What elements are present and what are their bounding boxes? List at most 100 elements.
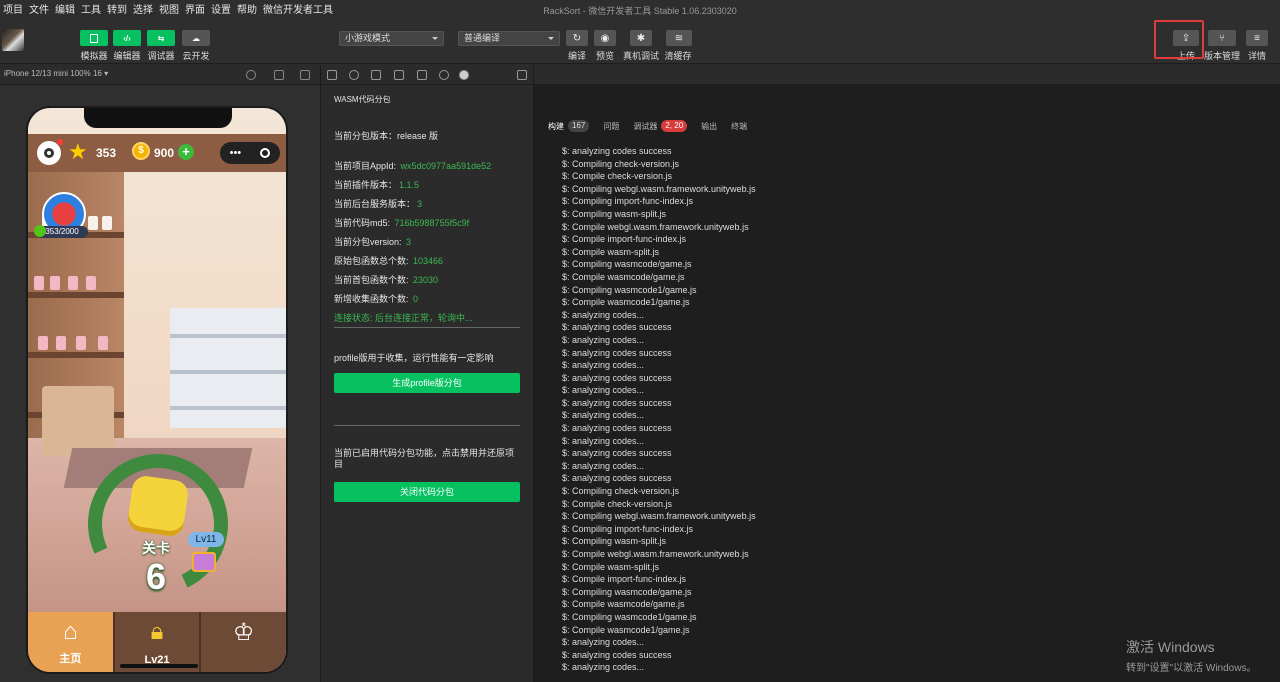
branch-icon[interactable] (371, 70, 381, 80)
device-selector[interactable]: iPhone 12/13 mini 100% 16 ▾ (4, 69, 108, 78)
info-value: 716b5988755f5c9f (394, 218, 470, 228)
log-line: $: Compiling webgl.wasm.framework.unityw… (562, 511, 756, 522)
tab-build[interactable]: 构建 167 (548, 120, 590, 132)
chevron-down-icon (548, 37, 554, 40)
tab-problems[interactable]: 问题 (603, 121, 619, 132)
menu-item-tools[interactable]: 工具 (78, 0, 104, 22)
add-coins-button[interactable]: + (178, 144, 194, 160)
record-icon[interactable] (246, 70, 256, 80)
details-button[interactable]: ≡ (1246, 30, 1268, 46)
log-line: $: analyzing codes success (562, 146, 672, 156)
log-line: $: Compile wasmcode1/game.js (562, 297, 690, 308)
log-line: $: Compile wasm-split.js (562, 246, 660, 257)
tab-output[interactable]: 输出 (701, 121, 717, 132)
version-mgmt-button[interactable]: ⑂ (1208, 30, 1236, 46)
log-line: $: Compiling wasmcode1/game.js (562, 611, 697, 622)
nav-home[interactable]: ⌂ 主页 (28, 612, 115, 672)
compile-button[interactable]: ↻ (566, 30, 588, 46)
clear-cache-label: 清缓存 (664, 51, 692, 61)
log-line: $: Compiling import-func-index.js (562, 523, 694, 534)
menu-item-wechat-devtools[interactable]: 微信开发者工具 (260, 0, 336, 22)
menu-item-goto[interactable]: 转到 (104, 0, 130, 22)
wasm-panel-title: WASM代码分包 (334, 95, 391, 104)
log-line: $: analyzing codes... (562, 410, 645, 421)
log-line: $: analyzing codes... (562, 460, 645, 471)
menu-item-settings[interactable]: 设置 (208, 0, 234, 22)
play-button[interactable] (126, 474, 190, 538)
game-screen[interactable]: ★ 353 $ 900 + ••• 353/2000 关卡 6 Lv11 ⌂ 主… (28, 108, 286, 672)
menu-item-select[interactable]: 选择 (130, 0, 156, 22)
extensions-icon[interactable] (394, 70, 404, 80)
user-avatar[interactable] (2, 29, 24, 51)
generate-profile-button[interactable]: 生成profile版分包 (334, 373, 520, 393)
profile-note: profile版用于收集，运行性能有一定影响 (334, 353, 494, 363)
toolbar: 模拟器 ‹/› 编辑器 ⇆ 调试器 ☁ 云开发 小游戏模式 普通编译 ↻ 编译 … (0, 22, 1280, 64)
event-progress-text: 353/2000 (45, 227, 79, 236)
coin-icon: $ (132, 142, 150, 160)
info-row-version: 当前分包版本：release 版 (334, 129, 438, 142)
close-split-button[interactable]: 关闭代码分包 (334, 482, 520, 502)
tab-label: 构建 (548, 121, 564, 131)
build-log: $: analyzing codes success $: Compiling c… (562, 145, 1262, 674)
connection-status: 连接状态: 后台连接正常，轮询中... (334, 313, 473, 323)
tab-debugger[interactable]: 调试器 2, 20 (633, 120, 688, 132)
info-row-server: 当前后台服务版本： 3 (334, 197, 422, 210)
info-label: 新增收集函数个数: (334, 294, 412, 304)
simulator-button[interactable] (80, 30, 108, 46)
refresh-icon: ↻ (572, 32, 582, 44)
more-icon[interactable]: ••• (230, 147, 242, 159)
log-line: $: analyzing codes success (562, 423, 672, 434)
log-line: $: Compiling wasmcode/game.js (562, 259, 692, 270)
cloud-label: 云开发 (182, 51, 210, 61)
mode-select-value: 小游戏模式 (345, 33, 391, 43)
star-count: 353 (96, 146, 117, 160)
settings-gear-icon[interactable] (37, 141, 61, 165)
menu-item-help[interactable]: 帮助 (234, 0, 260, 22)
back-shelf (170, 308, 286, 428)
lv-badge: Lv11 (188, 532, 224, 547)
menu-item-file[interactable]: 文件 (26, 0, 52, 22)
log-line: $: Compiling wasmcode/game.js (562, 586, 692, 597)
real-debug-button[interactable]: ✱ (630, 30, 652, 46)
info-row-md5: 当前代码md5: 716b5988755f5c9f (334, 216, 469, 229)
menu-item-interface[interactable]: 界面 (182, 0, 208, 22)
log-line: $: Compiling webgl.wasm.framework.unityw… (562, 183, 756, 194)
search-icon[interactable] (349, 70, 359, 80)
star-icon: ★ (68, 139, 88, 164)
home-icon: ⌂ (63, 618, 78, 645)
menu-bar: RackSort - 微信开发者工具 Stable 1.06.2303020 项… (0, 0, 1280, 22)
code-icon: ‹/› (123, 33, 131, 43)
image-icon[interactable] (417, 70, 427, 80)
wasm-plugin-icon[interactable] (459, 70, 469, 80)
copy-icon[interactable] (327, 70, 337, 80)
debugger-label: 调试器 (147, 51, 175, 61)
whale-icon[interactable] (439, 70, 449, 80)
activation-subtitle: 转到"设置"以激活 Windows。 (1126, 663, 1257, 674)
info-row-new-funcs: 新增收集函数个数: 0 (334, 292, 418, 305)
phone-notch (84, 108, 232, 128)
nav-level[interactable]: 🔒︎ Lv21 (115, 612, 202, 672)
mode-select[interactable]: 小游戏模式 (339, 31, 444, 46)
treasure-chest-icon[interactable] (192, 552, 216, 572)
clear-cache-button[interactable]: ≋ (666, 30, 692, 46)
panel-toggle-icon[interactable] (517, 70, 527, 80)
log-line: $: analyzing codes... (562, 360, 645, 371)
miniprogram-capsule[interactable]: ••• (220, 142, 280, 164)
phone-rotate-icon[interactable] (274, 70, 284, 80)
editor-button[interactable]: ‹/› (113, 30, 141, 46)
log-line: $: Compile check-version.js (562, 171, 673, 182)
info-row-first-funcs: 当前首包函数个数: 23030 (334, 273, 438, 286)
cloud-button[interactable]: ☁ (182, 30, 210, 46)
tab-terminal[interactable]: 终端 (731, 121, 747, 132)
close-capsule-icon[interactable] (260, 148, 271, 158)
compile-select[interactable]: 普通编译 (458, 31, 560, 46)
details-label: 详情 (1247, 51, 1266, 61)
fullscreen-icon[interactable] (300, 70, 310, 80)
menu-item-edit[interactable]: 编辑 (52, 0, 78, 22)
menu-item-view[interactable]: 视图 (156, 0, 182, 22)
menu-item-project[interactable]: 项目 (0, 0, 26, 22)
debugger-button[interactable]: ⇆ (147, 30, 175, 46)
nav-trophy[interactable]: ♔ (201, 612, 286, 672)
info-label: 当前插件版本： (334, 180, 398, 190)
preview-button[interactable]: ◉ (594, 30, 616, 46)
